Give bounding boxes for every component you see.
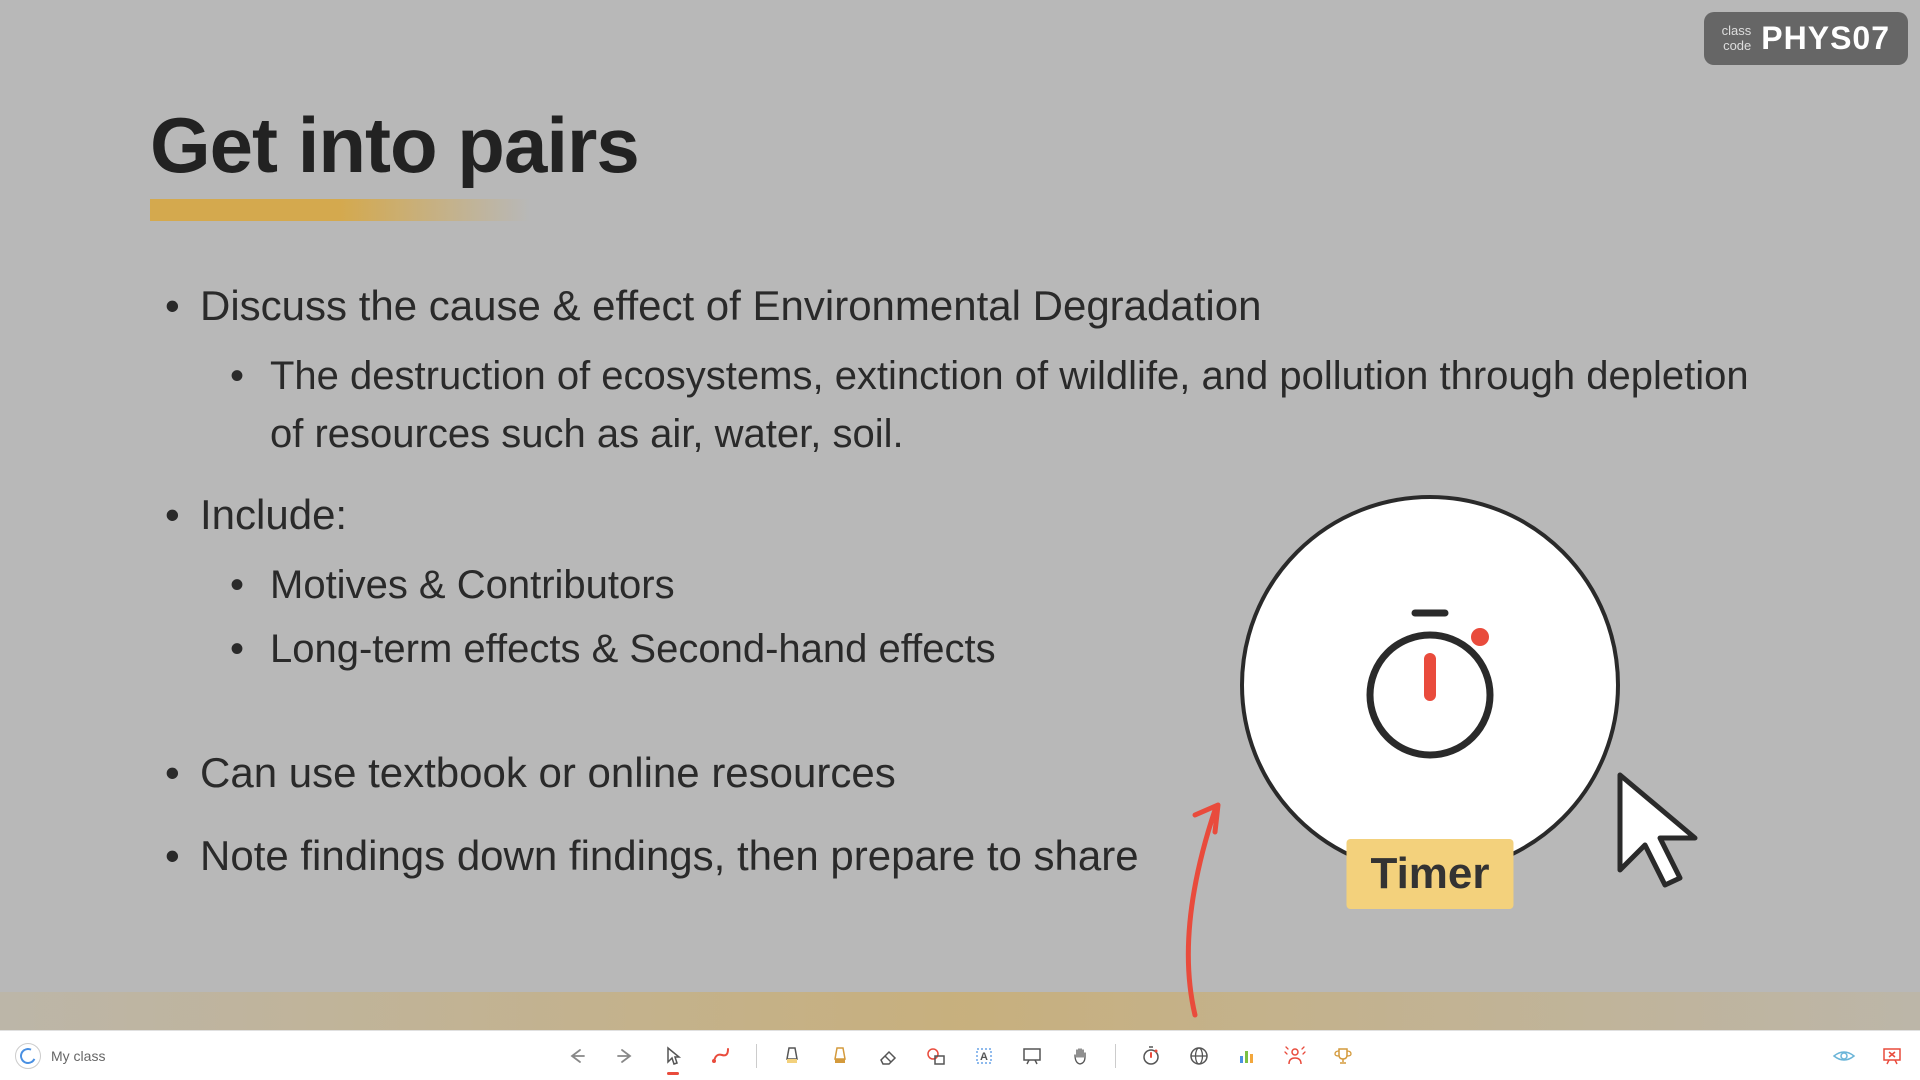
slide-title: Get into pairs	[150, 100, 1770, 191]
title-underline	[150, 199, 530, 221]
highlighter-orange-button[interactable]	[827, 1043, 853, 1069]
cursor-icon	[1610, 765, 1720, 895]
toolbar-center: A	[564, 1043, 1356, 1069]
svg-text:A: A	[980, 1051, 988, 1063]
poll-tool-button[interactable]	[1234, 1043, 1260, 1069]
draw-tool-button[interactable]	[708, 1043, 734, 1069]
bullet-text: Include:	[200, 491, 347, 538]
shapes-tool-button[interactable]	[923, 1043, 949, 1069]
text-tool-button[interactable]: A	[971, 1043, 997, 1069]
timer-circle-zoom	[1240, 495, 1620, 875]
timer-label: Timer	[1346, 839, 1513, 909]
sub-bullet: The destruction of ecosystems, extinctio…	[200, 347, 1770, 463]
slide-area: class code PHYS07 Get into pairs Discuss…	[0, 0, 1920, 1030]
nav-back-button[interactable]	[564, 1043, 590, 1069]
sub-list: The destruction of ecosystems, extinctio…	[200, 347, 1770, 463]
toolbar-left: My class	[15, 1043, 105, 1069]
drag-tool-button[interactable]	[1067, 1043, 1093, 1069]
timer-callout: Timer	[1240, 495, 1620, 875]
pointer-tool-button[interactable]	[660, 1043, 686, 1069]
bullet-text: Note findings down findings, then prepar…	[200, 832, 1139, 879]
my-class-label[interactable]: My class	[51, 1048, 105, 1064]
pick-student-button[interactable]	[1282, 1043, 1308, 1069]
trophy-tool-button[interactable]	[1330, 1043, 1356, 1069]
bottom-gradient-bar	[0, 992, 1920, 1030]
timer-tool-button[interactable]	[1138, 1043, 1164, 1069]
toolbar-divider	[1115, 1044, 1116, 1068]
app-logo[interactable]	[15, 1043, 41, 1069]
toolbar-right	[1831, 1043, 1905, 1069]
bullet-item: Discuss the cause & effect of Environmen…	[150, 276, 1770, 463]
eraser-tool-button[interactable]	[875, 1043, 901, 1069]
bullet-text: Discuss the cause & effect of Environmen…	[200, 282, 1261, 329]
highlighter-yellow-button[interactable]	[779, 1043, 805, 1069]
toolbar-divider	[756, 1044, 757, 1068]
stopwatch-icon	[1360, 605, 1500, 765]
web-tool-button[interactable]	[1186, 1043, 1212, 1069]
whiteboard-tool-button[interactable]	[1019, 1043, 1045, 1069]
visibility-toggle-button[interactable]	[1831, 1043, 1857, 1069]
callout-arrow-icon	[1140, 790, 1240, 1020]
exit-button[interactable]	[1879, 1043, 1905, 1069]
class-code-value: PHYS07	[1761, 20, 1890, 57]
nav-forward-button[interactable]	[612, 1043, 638, 1069]
bullet-text: Can use textbook or online resources	[200, 749, 896, 796]
class-code-badge: class code PHYS07	[1704, 12, 1908, 65]
class-code-label: class code	[1722, 24, 1752, 53]
bottom-toolbar: My class A	[0, 1030, 1920, 1080]
